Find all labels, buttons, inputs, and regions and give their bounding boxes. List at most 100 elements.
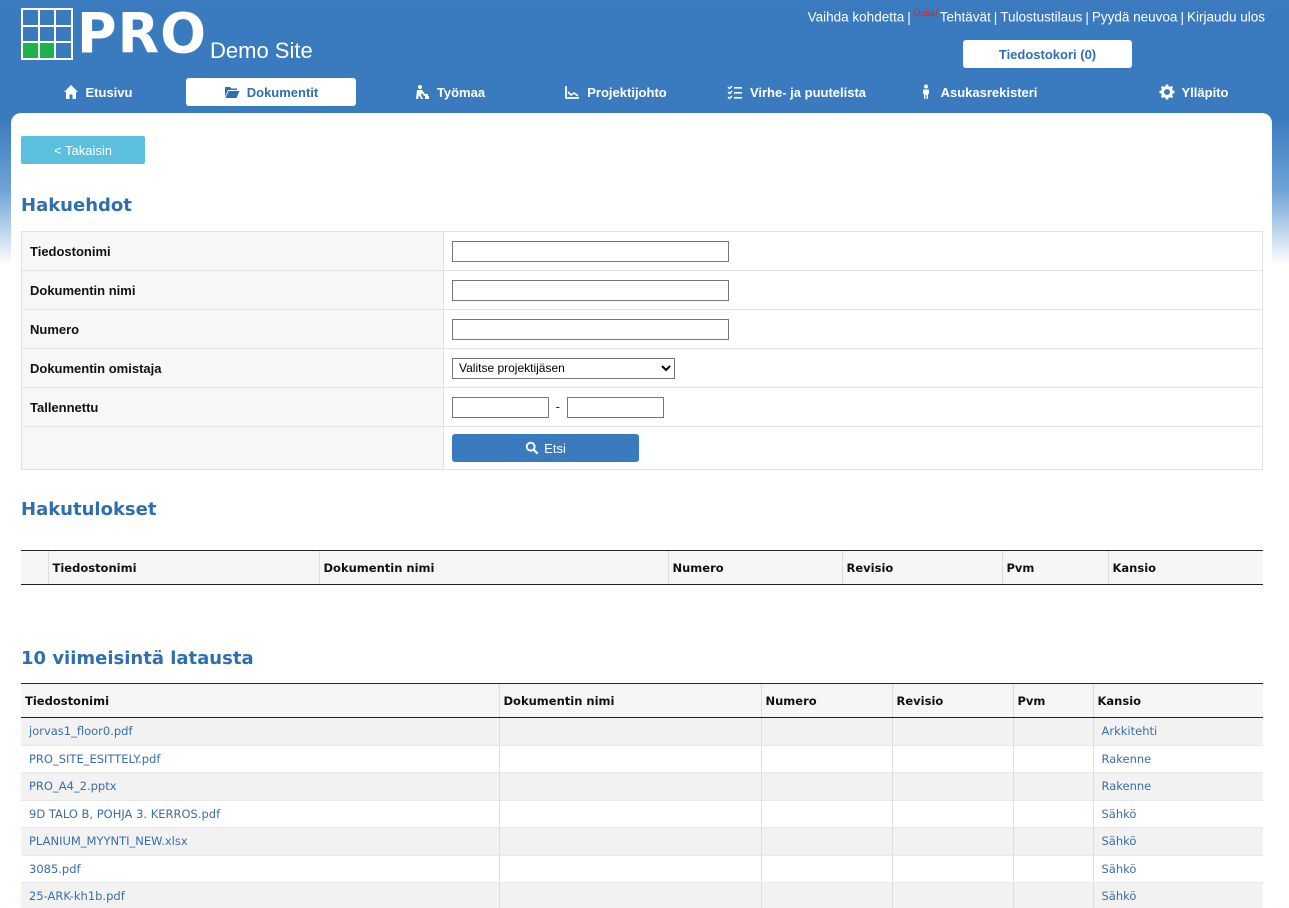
main-panel: < Takaisin Hakuehdot Tiedostonimi Dokume… bbox=[11, 113, 1272, 908]
owner-row: Dokumentin omistaja Valitse projektijäse… bbox=[21, 348, 1263, 388]
recent-uploads-table: Tiedostonimi Dokumentin nimi Numero Revi… bbox=[21, 683, 1263, 908]
recent-header-row: Tiedostonimi Dokumentin nimi Numero Revi… bbox=[21, 683, 1263, 718]
search-heading: Hakuehdot bbox=[21, 195, 132, 216]
results-header-row: Tiedostonimi Dokumentin nimi Numero Revi… bbox=[21, 550, 1263, 585]
nav-worksite-label: Työmaa bbox=[436, 84, 486, 100]
saved-label: Tallennettu bbox=[21, 387, 444, 427]
recent-col-docname[interactable]: Dokumentin nimi bbox=[498, 683, 761, 718]
results-col-number[interactable]: Numero bbox=[667, 550, 842, 585]
nav-project-mgmt[interactable]: Projektijohto bbox=[538, 78, 693, 106]
folder-open-icon bbox=[224, 87, 240, 98]
top-links: Vaihda kohdetta | Uutta! Tehtävät | Tulostust… bbox=[807, 8, 1265, 25]
recent-heading: 10 viimeisintä latausta bbox=[21, 648, 254, 669]
logo-grid-icon bbox=[21, 8, 73, 60]
logout-link[interactable]: Kirjaudu ulos bbox=[1187, 10, 1265, 25]
main-nav: Etusivu Dokumentit Työmaa Projektijohto … bbox=[0, 78, 1289, 108]
nav-home[interactable]: Etusivu bbox=[20, 78, 175, 106]
number-input[interactable] bbox=[452, 318, 729, 340]
file-link[interactable]: PRO_A4_2.pptx bbox=[21, 772, 499, 801]
search-form: Tiedostonimi Dokumentin nimi Numero Doku… bbox=[21, 231, 1263, 470]
checklist-icon bbox=[727, 85, 742, 100]
file-link[interactable]: PRO_SITE_ESITTELY.pdf bbox=[21, 745, 499, 773]
results-col-filename[interactable]: Tiedostonimi bbox=[47, 550, 319, 585]
tasks-link[interactable]: Tehtävät bbox=[940, 10, 991, 25]
nav-home-label: Etusivu bbox=[85, 84, 133, 100]
site-name: Demo Site bbox=[210, 38, 313, 63]
folder-link[interactable]: Sähkö bbox=[1092, 800, 1263, 828]
owner-select[interactable]: Valitse projektijäsen bbox=[452, 357, 675, 379]
saved-from-input[interactable] bbox=[452, 396, 549, 418]
file-link[interactable]: 3085.pdf bbox=[21, 855, 499, 883]
nav-project-mgmt-label: Projektijohto bbox=[587, 84, 667, 100]
folder-link[interactable]: Rakenne bbox=[1092, 772, 1263, 801]
file-basket-button[interactable]: Tiedostokori (0) bbox=[963, 40, 1132, 68]
back-button[interactable]: < Takaisin bbox=[21, 136, 145, 164]
table-row: 9D TALO B, POHJA 3. KERROS.pdf Sähkö bbox=[21, 800, 1263, 828]
docname-row: Dokumentin nimi bbox=[21, 270, 1263, 310]
file-link[interactable]: PLANIUM_MYYNTI_NEW.xlsx bbox=[21, 827, 499, 856]
recent-col-revision[interactable]: Revisio bbox=[891, 683, 1013, 718]
home-icon bbox=[63, 85, 78, 99]
table-row: PRO_A4_2.pptx Rakenne bbox=[21, 772, 1263, 801]
results-col-revision[interactable]: Revisio bbox=[841, 550, 1002, 585]
results-col-folder[interactable]: Kansio bbox=[1107, 550, 1263, 585]
file-link[interactable]: jorvas1_floor0.pdf bbox=[21, 717, 499, 746]
table-row: jorvas1_floor0.pdf Arkkitehti bbox=[21, 717, 1263, 746]
owner-label: Dokumentin omistaja bbox=[21, 348, 444, 388]
filename-label: Tiedostonimi bbox=[21, 231, 444, 271]
table-row: 3085.pdf Sähkö bbox=[21, 855, 1263, 883]
saved-row: Tallennettu - bbox=[21, 387, 1263, 427]
print-order-link[interactable]: Tulostustilaus bbox=[1000, 10, 1082, 25]
recent-col-number[interactable]: Numero bbox=[760, 683, 892, 718]
nav-defects-label: Virhe- ja puutelista bbox=[749, 84, 867, 100]
recent-col-filename[interactable]: Tiedostonimi bbox=[21, 683, 499, 718]
file-link[interactable]: 9D TALO B, POHJA 3. KERROS.pdf bbox=[21, 800, 499, 828]
search-button-row: Etsi bbox=[21, 426, 1263, 470]
folder-link[interactable]: Arkkitehti bbox=[1092, 717, 1263, 746]
results-table: Tiedostonimi Dokumentin nimi Numero Revi… bbox=[21, 550, 1263, 585]
results-col-date[interactable]: Pvm bbox=[1001, 550, 1108, 585]
ask-help-link[interactable]: Pyydä neuvoa bbox=[1092, 10, 1178, 25]
results-heading: Hakutulokset bbox=[21, 499, 157, 520]
table-row: PLANIUM_MYYNTI_NEW.xlsx Sähkö bbox=[21, 827, 1263, 856]
nav-residents-label: Asukasrekisteri bbox=[940, 84, 1038, 100]
number-row: Numero bbox=[21, 309, 1263, 349]
switch-site-link[interactable]: Vaihda kohdetta bbox=[808, 10, 905, 25]
docname-label: Dokumentin nimi bbox=[21, 270, 444, 310]
search-button[interactable]: Etsi bbox=[452, 434, 639, 462]
nav-residents[interactable]: Asukasrekisteri bbox=[900, 78, 1055, 106]
person-icon bbox=[922, 84, 929, 99]
folder-link[interactable]: Sähkö bbox=[1092, 882, 1263, 908]
folder-link[interactable]: Rakenne bbox=[1092, 745, 1263, 773]
filename-input[interactable] bbox=[452, 240, 729, 262]
new-badge: Uutta! bbox=[913, 8, 938, 18]
nav-documents-label: Dokumentit bbox=[246, 84, 319, 100]
recent-col-folder[interactable]: Kansio bbox=[1092, 683, 1263, 718]
nav-defects[interactable]: Virhe- ja puutelista bbox=[704, 78, 889, 106]
search-button-label: Etsi bbox=[544, 440, 566, 456]
recent-col-date[interactable]: Pvm bbox=[1012, 683, 1093, 718]
docname-input[interactable] bbox=[452, 279, 729, 301]
results-col-docname[interactable]: Dokumentin nimi bbox=[318, 550, 668, 585]
nav-documents[interactable]: Dokumentit bbox=[186, 78, 356, 106]
pro-logo[interactable]: PRO bbox=[21, 1, 208, 66]
number-label: Numero bbox=[21, 309, 444, 349]
date-separator: - bbox=[555, 399, 560, 414]
logo-text: PRO bbox=[77, 1, 208, 66]
nav-admin[interactable]: Ylläpito bbox=[1116, 78, 1271, 106]
folder-link[interactable]: Sähkö bbox=[1092, 827, 1263, 856]
file-link[interactable]: 25-ARK-kh1b.pdf bbox=[21, 882, 499, 908]
results-col-select bbox=[21, 550, 48, 585]
nav-worksite[interactable]: Työmaa bbox=[372, 78, 527, 106]
table-row: PRO_SITE_ESITTELY.pdf Rakenne bbox=[21, 745, 1263, 773]
gear-icon bbox=[1159, 84, 1175, 100]
filename-row: Tiedostonimi bbox=[21, 231, 1263, 271]
saved-to-input[interactable] bbox=[566, 396, 664, 418]
search-icon bbox=[525, 441, 539, 455]
worker-icon bbox=[415, 85, 429, 99]
table-row: 25-ARK-kh1b.pdf Sähkö bbox=[21, 882, 1263, 908]
header: PRO Demo Site Vaihda kohdetta | Uutta! Teht… bbox=[0, 0, 1289, 113]
folder-link[interactable]: Sähkö bbox=[1092, 855, 1263, 883]
nav-admin-label: Ylläpito bbox=[1181, 84, 1229, 100]
chart-icon bbox=[565, 86, 580, 99]
